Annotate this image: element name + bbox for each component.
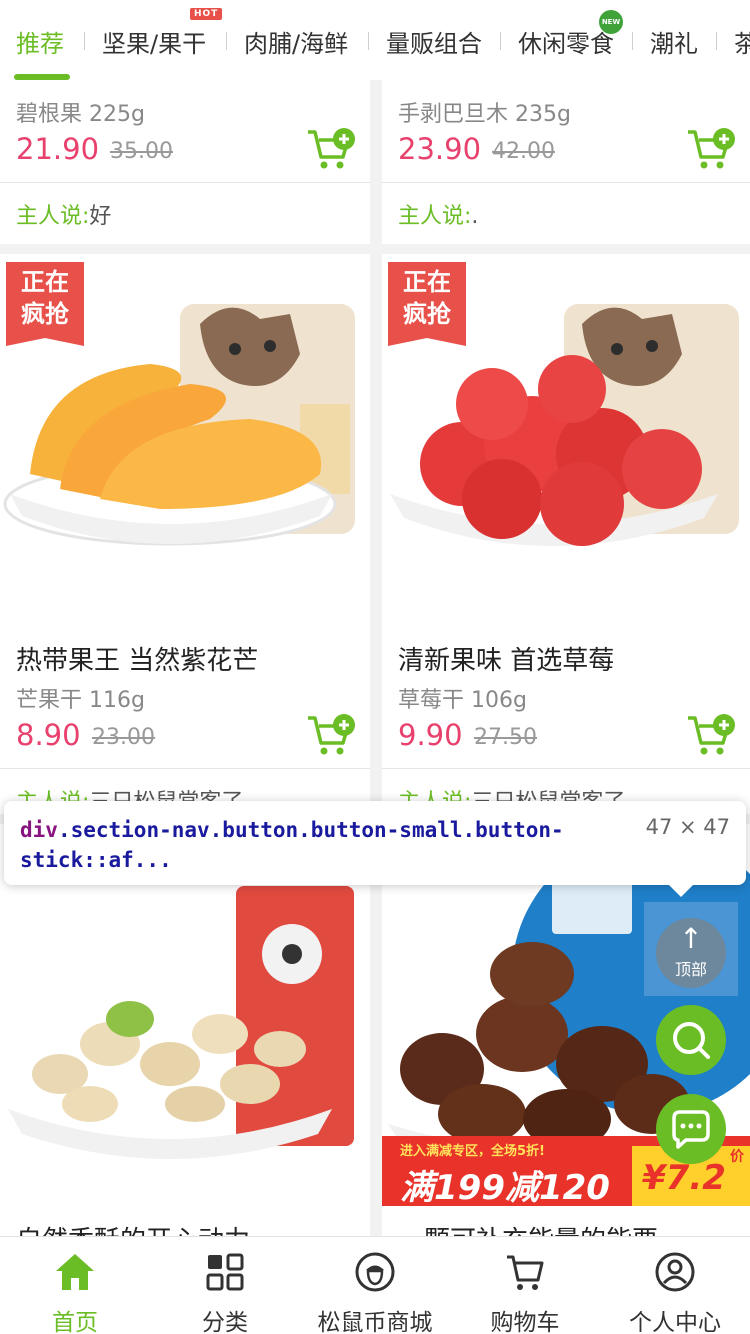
tab-recommend[interactable]: 推荐 [16,24,64,59]
divider [0,182,370,183]
inspector-tooltip: div.section-nav.button.button-small.butt… [4,801,746,897]
product-spec: 手剥巴旦木 235g [398,102,571,127]
inspector-tag: div [20,818,58,842]
nav-cart[interactable]: 购物车 [450,1237,600,1334]
tab-tea[interactable]: 茶 [734,24,750,59]
product-original-price: 42.00 [492,139,555,164]
banner-deal: 满199减120 [400,1168,610,1208]
product-spec: 芒果干 116g [16,688,145,713]
banner-price: ¥7.2 [642,1158,726,1198]
add-to-cart-icon[interactable] [306,712,358,758]
nav-category[interactable]: 分类 [150,1237,300,1334]
tab-snacks[interactable]: 休闲零食 [518,24,614,59]
nav-label: 松鼠币商城 [317,1310,433,1334]
inspector-size: 47 × 47 [645,815,730,839]
owner-comment: 主人说:. [398,198,478,230]
tab-divider [368,32,369,50]
tab-jerky-seafood[interactable]: 肉脯/海鲜 [244,24,348,59]
product-title: 清新果味 首选草莓 [398,646,615,676]
banner-price-label: 价 [730,1149,744,1165]
nav-coin-mall[interactable]: 松鼠币商城 [300,1237,450,1334]
product-spec: 草莓干 106g [398,688,527,713]
tab-divider [84,32,85,50]
nav-label: 购物车 [490,1310,560,1334]
product-card[interactable]: 正在疯抢 热带果王 当然紫花芒 芒果干 116g 8.90 23.00 主人说:… [0,254,370,814]
tab-bulk-combo[interactable]: 量贩组合 [386,24,482,59]
tab-nuts-dried-fruit[interactable]: 坚果/果干 [102,24,206,59]
chat-button[interactable] [656,1094,726,1164]
nav-home[interactable]: 首页 [0,1237,150,1334]
comment-label: 主人说: [398,204,472,229]
divider [382,768,750,769]
nav-label: 首页 [52,1310,98,1334]
hot-badge: HOT [190,8,223,20]
comment-text: 好 [89,204,112,229]
inspector-selector: div.section-nav.button.button-small.butt… [20,815,620,875]
tab-divider [716,32,717,50]
product-original-price: 35.00 [110,139,173,164]
promo-tag: 正在 疯抢 [388,262,466,346]
nav-label: 分类 [202,1310,248,1334]
product-card[interactable]: 正在疯抢 清新果味 首选草莓 草莓干 106g 9.90 27.50 主人说:三… [382,254,750,814]
product-title: 热带果王 当然紫花芒 [16,646,259,676]
owner-comment: 主人说:好 [16,198,111,230]
chat-icon [672,1110,710,1149]
tab-divider [632,32,633,50]
inspector-classes: .section-nav.button.button-small.button-… [20,818,564,872]
banner-caption: 进入满减专区，全场5折! [400,1144,545,1159]
product-spec: 碧根果 225g [16,102,145,127]
category-tabs: 推荐 坚果/果干 HOT 肉脯/海鲜 量贩组合 休闲零食 NEW 潮礼 茶 [0,0,750,80]
comment-text: . [471,204,479,229]
comment-label: 主人说: [16,204,90,229]
search-button[interactable] [656,1005,726,1075]
add-to-cart-icon[interactable] [686,126,738,172]
add-to-cart-icon[interactable] [686,712,738,758]
product-price: 23.90 [398,132,482,166]
search-icon [673,1022,710,1059]
product-original-price: 27.50 [474,725,537,750]
divider [0,768,370,769]
product-grid: 碧根果 225g 21.90 35.00 主人说:好 手剥巴旦木 235g 23… [0,0,750,1334]
tab-divider [226,32,227,50]
nav-label: 个人中心 [629,1310,721,1334]
promo-tag: 正在 疯抢 [6,262,84,346]
user-icon [655,1252,695,1292]
add-to-cart-icon[interactable] [306,126,358,172]
grid-icon [206,1253,244,1291]
tab-divider [500,32,501,50]
product-original-price: 23.00 [92,725,155,750]
product-price: 21.90 [16,132,100,166]
nav-profile[interactable]: 个人中心 [600,1237,750,1334]
divider [382,182,750,183]
product-price: 8.90 [16,718,81,752]
tab-gifts[interactable]: 潮礼 [650,24,698,59]
home-icon [56,1254,94,1290]
back-to-top-button[interactable]: ↑ 顶部 [656,918,726,988]
bottom-nav: 首页 分类 松鼠币商城 购物车 个人中心 [0,1236,750,1334]
cart-icon [507,1255,544,1290]
product-card[interactable]: 疯抢 自然香酥的开心动力 [0,824,370,1244]
active-tab-indicator [14,74,70,80]
product-price: 9.90 [398,718,463,752]
back-to-top-label: 顶部 [674,960,707,979]
acorn-coin-icon [355,1252,395,1292]
arrow-up-icon: ↑ [679,922,703,955]
new-badge: NEW [599,10,623,34]
